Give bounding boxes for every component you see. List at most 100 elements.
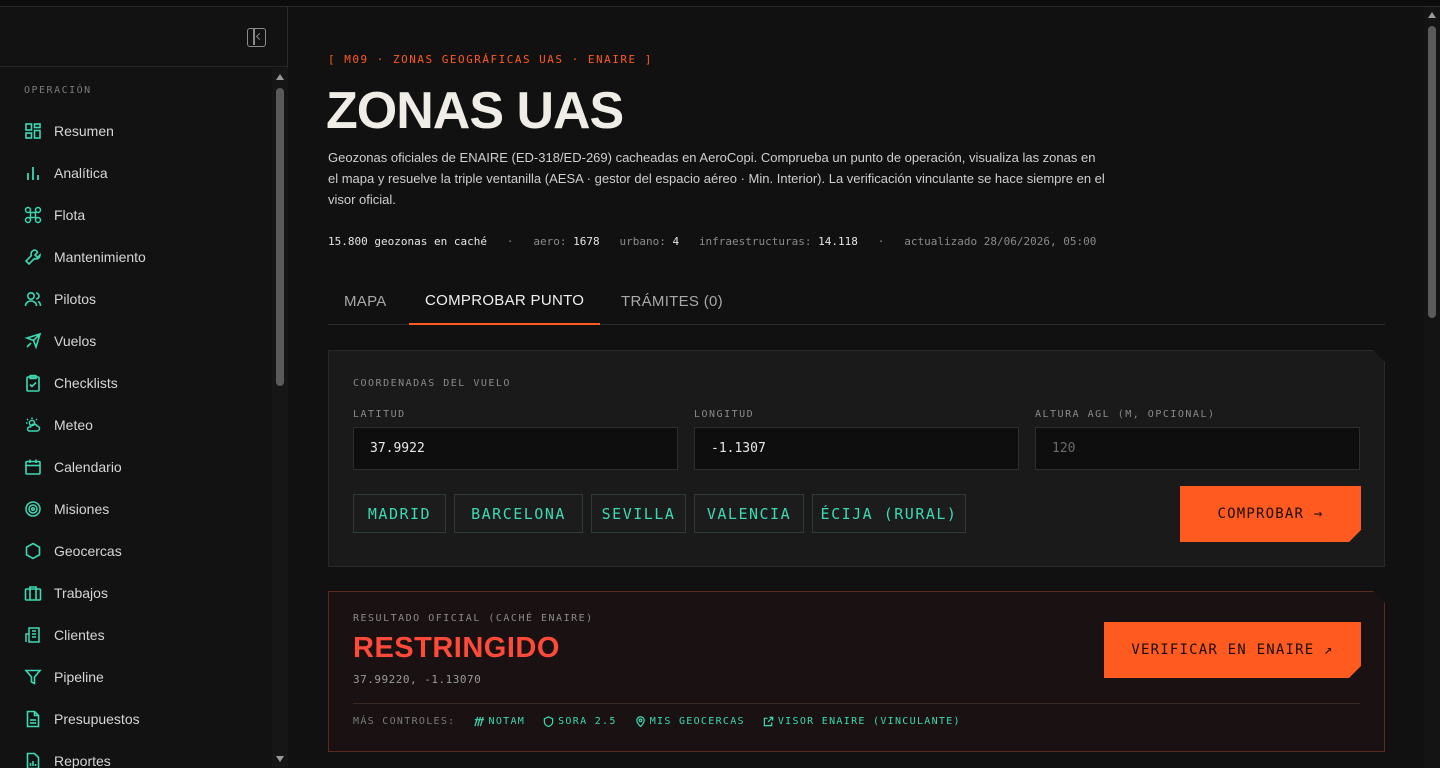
stat-cached: 15.800 geozonas en caché bbox=[328, 235, 487, 248]
more-controls-label: MÁS CONTROLES: bbox=[353, 716, 456, 727]
sidebar-item-label: Clientes bbox=[54, 627, 105, 643]
sidebar-item-mantenimiento[interactable]: Mantenimiento bbox=[24, 242, 146, 272]
more-controls-row: MÁS CONTROLES: NOTAM SORA 2.5 MIS GEOCER… bbox=[353, 716, 961, 727]
users-icon bbox=[24, 291, 42, 307]
plane-icon bbox=[24, 332, 42, 350]
scroll-up-icon[interactable] bbox=[1428, 12, 1436, 18]
briefcase-icon bbox=[24, 586, 42, 601]
sidebar-item-label: Meteo bbox=[54, 417, 93, 433]
stat-aero-label: aero: bbox=[533, 235, 567, 248]
target-icon bbox=[25, 501, 41, 517]
sidebar-item-label: Analítica bbox=[54, 165, 108, 181]
my-geofences-link[interactable]: MIS GEOCERCAS bbox=[635, 716, 745, 727]
tab-mapa[interactable]: MAPA bbox=[344, 277, 387, 325]
preset-sevilla-button[interactable]: SEVILLA bbox=[591, 494, 686, 533]
sidebar-item-reportes[interactable]: Reportes bbox=[24, 746, 111, 768]
preset-ecija-button[interactable]: ÉCIJA (RURAL) bbox=[812, 494, 966, 533]
sidebar-item-calendario[interactable]: Calendario bbox=[24, 452, 122, 482]
sidebar-item-checklists[interactable]: Checklists bbox=[24, 368, 118, 398]
sidebar-item-presupuestos[interactable]: Presupuestos bbox=[24, 704, 140, 734]
card-corner-notch bbox=[1373, 350, 1385, 362]
external-link-icon bbox=[763, 716, 774, 727]
result-card: RESULTADO OFICIAL (CACHÉ ENAIRE) RESTRIN… bbox=[328, 591, 1385, 752]
enaire-viewer-link[interactable]: VISOR ENAIRE (VINCULANTE) bbox=[763, 716, 961, 727]
scroll-down-icon[interactable] bbox=[276, 756, 284, 762]
map-pin-icon bbox=[635, 716, 645, 727]
weather-icon bbox=[26, 417, 41, 432]
sidebar-item-label: Calendario bbox=[54, 459, 122, 475]
preset-barcelona-button[interactable]: BARCELONA bbox=[454, 494, 583, 533]
sidebar-item-clientes[interactable]: Clientes bbox=[24, 620, 105, 650]
longitude-input[interactable]: -1.1307 bbox=[694, 427, 1019, 470]
latitude-input[interactable]: 37.9922 bbox=[353, 427, 678, 470]
building-icon bbox=[25, 627, 40, 643]
longitude-label: LONGITUD bbox=[694, 409, 755, 420]
stat-urbano-label: urbano: bbox=[619, 235, 666, 248]
sidebar-item-trabajos[interactable]: Trabajos bbox=[24, 578, 108, 608]
tab-tramites[interactable]: TRÁMITES (0) bbox=[621, 277, 723, 325]
sidebar-item-label: Misiones bbox=[54, 501, 110, 517]
notam-link-label: NOTAM bbox=[488, 716, 526, 727]
sidebar-item-label: Resumen bbox=[54, 123, 114, 139]
altitude-label: ALTURA AGL (M, OPCIONAL) bbox=[1035, 409, 1216, 420]
sidebar-item-resumen[interactable]: Resumen bbox=[24, 116, 114, 146]
latitude-label: LATITUD bbox=[353, 409, 406, 420]
sidebar-item-label: Presupuestos bbox=[54, 711, 140, 727]
main-scroll-thumb[interactable] bbox=[1428, 26, 1436, 318]
stat-updated: actualizado 28/06/2026, 05:00 bbox=[904, 235, 1097, 248]
altitude-input[interactable]: 120 bbox=[1035, 427, 1360, 470]
sidebar-item-label: Checklists bbox=[54, 375, 118, 391]
verify-enaire-button[interactable]: VERIFICAR EN ENAIRE ↗ bbox=[1104, 622, 1361, 678]
report-icon bbox=[26, 752, 40, 768]
sora-link[interactable]: SORA 2.5 bbox=[543, 716, 617, 727]
sora-link-label: SORA 2.5 bbox=[558, 716, 617, 727]
main-scrollbar[interactable] bbox=[1424, 7, 1440, 768]
preset-madrid-button[interactable]: MADRID bbox=[353, 494, 446, 533]
sidebar-item-label: Trabajos bbox=[54, 585, 108, 601]
sidebar-scroll-thumb[interactable] bbox=[276, 88, 284, 386]
sidebar-item-flota[interactable]: Flota bbox=[24, 200, 85, 230]
main-content: [ M09 · ZONAS GEOGRÁFICAS UAS · ENAIRE ]… bbox=[288, 7, 1424, 768]
sidebar-item-label: Reportes bbox=[54, 753, 111, 768]
sidebar-item-geocercas[interactable]: Geocercas bbox=[24, 536, 122, 566]
notam-link[interactable]: NOTAM bbox=[473, 716, 526, 727]
sidebar-scrollbar[interactable] bbox=[272, 68, 288, 768]
module-eyebrow: [ M09 · ZONAS GEOGRÁFICAS UAS · ENAIRE ] bbox=[328, 53, 653, 66]
result-label: RESULTADO OFICIAL (CACHÉ ENAIRE) bbox=[353, 613, 594, 624]
calendar-icon bbox=[25, 459, 41, 475]
tab-comprobar-punto[interactable]: COMPROBAR PUNTO bbox=[409, 277, 601, 325]
hexagon-icon bbox=[25, 542, 41, 560]
sidebar-item-analitica[interactable]: Analítica bbox=[24, 158, 108, 188]
sidebar-section-label: OPERACIÓN bbox=[24, 85, 92, 96]
sidebar-item-label: Geocercas bbox=[54, 543, 122, 559]
sidebar-item-vuelos[interactable]: Vuelos bbox=[24, 326, 96, 356]
sidebar-collapse-icon[interactable] bbox=[247, 28, 266, 47]
stat-aero-value: 1678 bbox=[573, 235, 600, 248]
sidebar-header bbox=[0, 7, 287, 67]
sidebar-item-pilotos[interactable]: Pilotos bbox=[24, 284, 96, 314]
sidebar: OPERACIÓN Resumen Analítica Flota Manten… bbox=[0, 7, 288, 768]
page-title: ZONAS UAS bbox=[326, 82, 624, 140]
sidebar-item-misiones[interactable]: Misiones bbox=[24, 494, 109, 524]
drone-icon bbox=[24, 206, 42, 224]
stat-separator: · bbox=[506, 235, 514, 248]
sidebar-nav: OPERACIÓN Resumen Analítica Flota Manten… bbox=[0, 68, 272, 768]
preset-valencia-button[interactable]: VALENCIA bbox=[694, 494, 804, 533]
page-description: Geozonas oficiales de ENAIRE (ED-318/ED-… bbox=[328, 150, 1105, 207]
scroll-up-icon[interactable] bbox=[276, 74, 284, 80]
result-status: RESTRINGIDO bbox=[353, 632, 560, 664]
enaire-viewer-link-label: VISOR ENAIRE (VINCULANTE) bbox=[777, 716, 961, 727]
divider bbox=[353, 703, 1360, 704]
sidebar-item-meteo[interactable]: Meteo bbox=[24, 410, 93, 440]
signal-icon bbox=[473, 716, 484, 727]
stat-urbano-value: 4 bbox=[672, 235, 680, 248]
funnel-icon bbox=[24, 669, 42, 685]
card-corner-notch bbox=[1373, 591, 1385, 603]
sidebar-item-label: Mantenimiento bbox=[54, 249, 146, 265]
dashboard-icon bbox=[25, 123, 41, 139]
my-geofences-link-label: MIS GEOCERCAS bbox=[649, 716, 745, 727]
check-button[interactable]: COMPROBAR → bbox=[1180, 486, 1361, 542]
sidebar-item-pipeline[interactable]: Pipeline bbox=[24, 662, 104, 692]
document-icon bbox=[26, 710, 40, 728]
sidebar-item-label: Pilotos bbox=[54, 291, 97, 307]
